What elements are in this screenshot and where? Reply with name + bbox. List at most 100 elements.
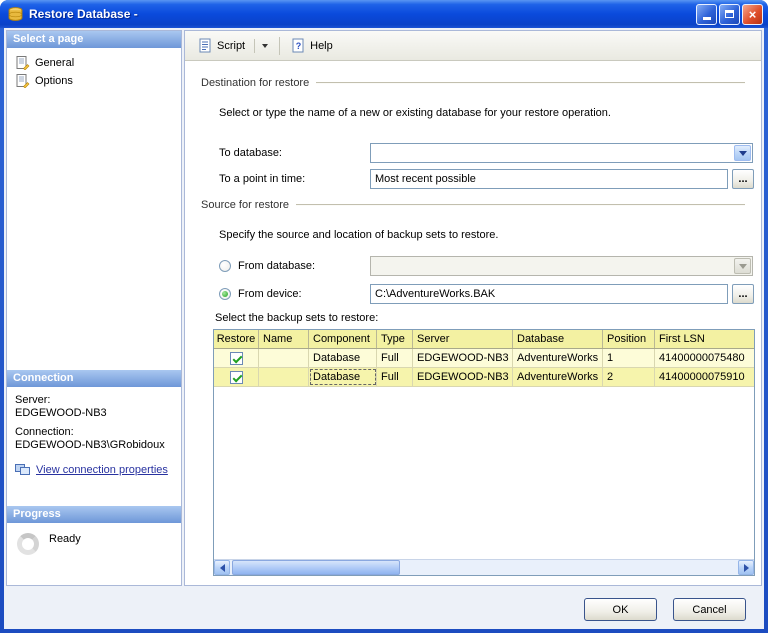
column-header-type: Type [377,330,413,348]
table-row: Database Full EDGEWOOD-NB3 AdventureWork… [214,368,754,387]
backup-sets-table: Restore Name Component Type Server Datab… [213,329,755,576]
dialog-body: Select a page General Options Connection… [4,28,764,629]
cancel-button[interactable]: Cancel [673,598,746,621]
scroll-left-button[interactable] [214,560,230,575]
script-button[interactable]: Script [191,34,275,57]
to-database-dropdown-icon[interactable] [734,145,751,161]
connection-properties-icon [15,464,30,475]
point-in-time-browse-button[interactable]: ... [732,169,754,189]
restore-checkbox-row2[interactable] [229,370,243,384]
restore-cell [214,368,259,386]
column-header-first-lsn: First LSN [659,333,705,345]
titlebar: Restore Database - × [0,0,768,28]
table-row: Database Full EDGEWOOD-NB3 AdventureWork… [214,349,754,368]
window-title: Restore Database - [29,7,138,21]
server-label: Server: [15,394,51,406]
script-button-label: Script [217,39,246,52]
to-database-combobox[interactable] [370,143,753,163]
position-cell: 1 [603,349,655,367]
database-icon [8,6,23,21]
scroll-right-icon [743,563,749,572]
from-device-browse-button[interactable]: ... [732,284,754,304]
scrollbar-track[interactable] [230,560,738,575]
view-connection-properties-link[interactable]: View connection properties [36,464,168,476]
scroll-left-icon [219,563,225,572]
progress-header: Progress [7,506,181,523]
server-value: EDGEWOOD-NB3 [15,407,107,419]
sidebar-item-label: General [35,57,75,69]
maximize-button[interactable] [719,3,740,25]
from-device-input[interactable]: C:\AdventureWorks.BAK [370,284,728,304]
table-header-row: Restore Name Component Type Server Datab… [214,330,754,349]
group-divider-line [296,204,745,206]
dialog-footer: OK Cancel [584,598,746,621]
options-page-icon [16,74,30,88]
type-cell: Full [377,368,413,386]
close-button[interactable]: × [742,3,763,25]
backup-sets-label: Select the backup sets to restore: [215,312,379,324]
column-header-database: Database [513,330,603,348]
connection-header: Connection [7,370,181,387]
help-button[interactable]: ? Help [284,34,340,57]
database-cell: AdventureWorks [513,349,603,367]
from-database-dropdown-icon [734,258,751,274]
destination-group-title: Destination for restore [201,77,310,89]
point-in-time-label: To a point in time: [219,173,306,185]
database-cell: AdventureWorks [513,368,603,386]
source-description: Specify the source and location of backu… [219,229,499,241]
ok-button[interactable]: OK [584,598,657,621]
from-device-radio[interactable] [219,288,231,300]
connection-link-row: View connection properties [15,463,175,477]
restore-checkbox-row1[interactable] [229,351,243,365]
group-divider-line [316,82,745,84]
scrollbar-thumb[interactable] [232,560,400,575]
script-split-divider [254,38,256,53]
general-page-content: Destination for restore Select or type t… [185,61,761,585]
from-database-label: From database: [238,260,316,272]
destination-description: Select or type the name of a new or exis… [219,107,611,119]
table-empty-area [214,387,754,559]
main-panel: Script ? Help Destination for restore Se… [184,30,762,586]
minimize-icon [702,17,711,20]
point-in-time-input[interactable]: Most recent possible [370,169,728,189]
dropdown-caret-icon [262,43,269,48]
maximize-icon [725,10,734,18]
first-lsn-cell: 41400000075480 [659,352,745,364]
pages-panel: General Options [7,48,181,370]
from-device-label: From device: [238,288,302,300]
horizontal-scrollbar[interactable] [214,559,754,575]
column-header-component: Component [309,330,377,348]
restore-database-window: Restore Database - × Select a page Gener… [0,0,768,633]
component-cell: Database [309,368,377,386]
name-cell [259,368,309,386]
restore-cell [214,349,259,367]
select-a-page-header: Select a page [7,31,181,48]
position-cell: 2 [603,368,655,386]
type-cell: Full [377,349,413,367]
column-header-position: Position [603,330,655,348]
sidebar-item-general[interactable]: General [7,54,181,72]
help-button-label: Help [310,39,333,52]
progress-panel: Ready [7,523,181,585]
from-database-combobox[interactable] [370,256,753,276]
sidebar-item-options[interactable]: Options [7,72,181,90]
connection-label: Connection: [15,426,74,438]
column-header-server: Server [413,330,513,348]
sidebar: Select a page General Options Connection… [6,30,182,586]
column-header-restore: Restore [214,330,259,348]
connection-value: EDGEWOOD-NB3\GRobidoux [15,439,165,451]
source-group-title: Source for restore [201,199,290,211]
scroll-right-button[interactable] [738,560,754,575]
minimize-button[interactable] [696,3,717,25]
script-icon [199,38,211,53]
general-page-icon [16,56,30,70]
progress-spinner-icon [17,533,39,555]
source-group: Source for restore [201,199,745,211]
from-database-radio[interactable] [219,260,231,272]
help-icon: ? [292,38,304,53]
name-cell [259,349,309,367]
server-cell: EDGEWOOD-NB3 [413,368,513,386]
to-database-label: To database: [219,147,282,159]
destination-group: Destination for restore [201,77,745,89]
toolbar-separator [279,36,281,55]
